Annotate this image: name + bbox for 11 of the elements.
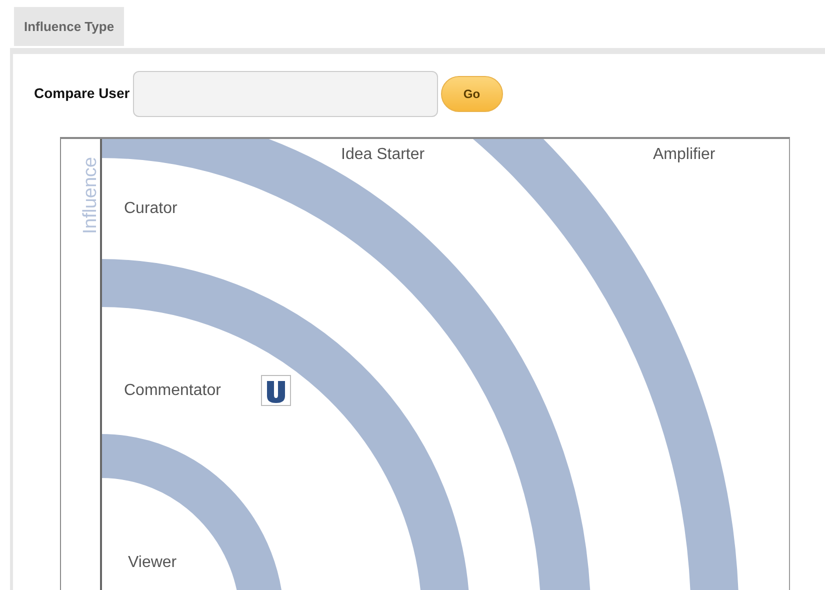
field-label: Compare User	[34, 84, 130, 103]
zone-label: Viewer	[128, 552, 177, 572]
column-label: Idea Starter	[341, 144, 425, 164]
tab[interactable]: Influence Type	[14, 7, 124, 46]
column-label: Amplifier	[653, 144, 716, 164]
zone-label: Curator	[124, 198, 178, 218]
zone-label: Commentator	[124, 380, 221, 400]
input-field[interactable]	[132, 70, 438, 116]
go-button[interactable]: Go	[440, 76, 503, 112]
user-marker-icon	[261, 374, 291, 406]
axis-label: Influence	[79, 156, 102, 234]
